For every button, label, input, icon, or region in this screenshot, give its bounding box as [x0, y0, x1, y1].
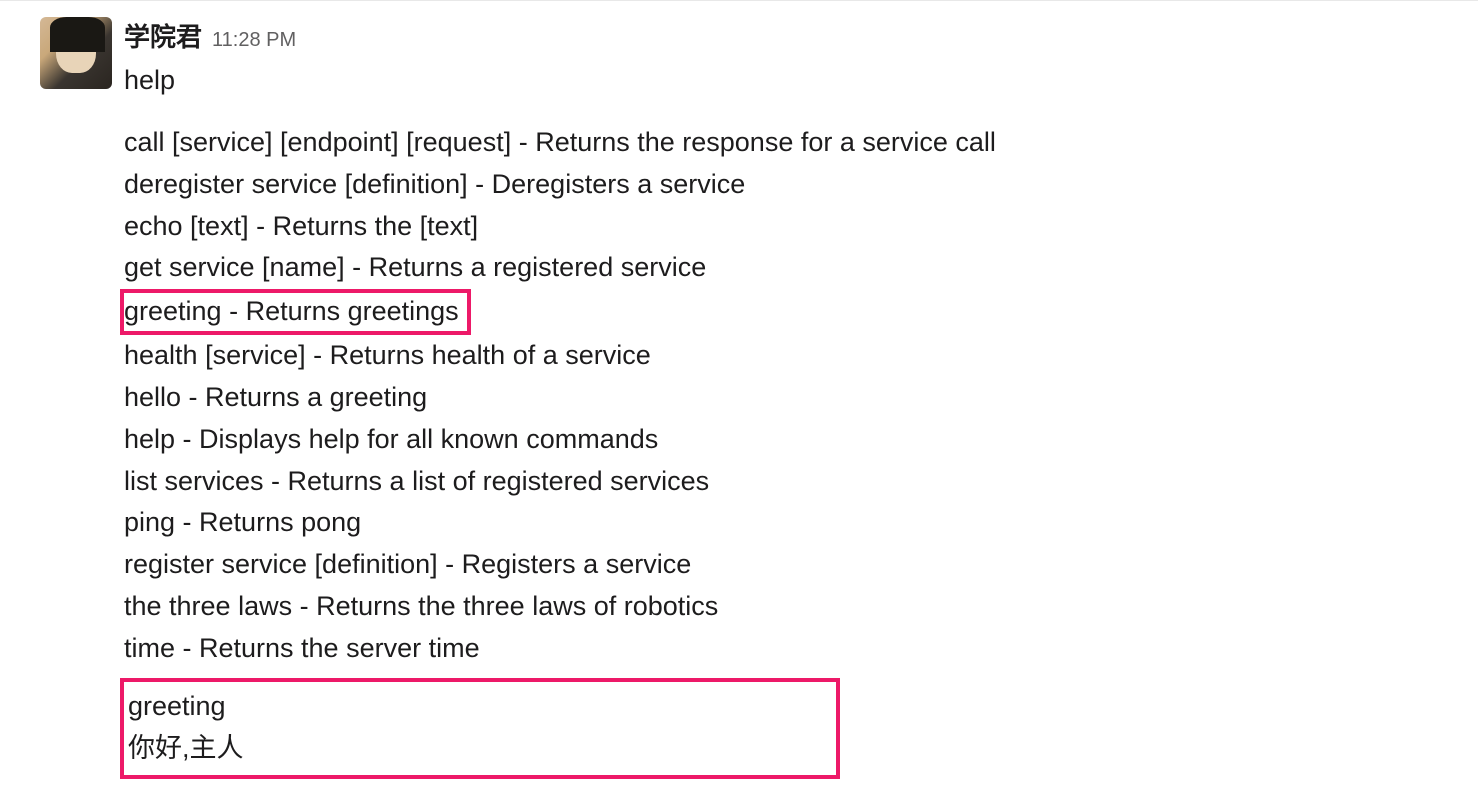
help-line: deregister service [definition] - Deregi… — [124, 164, 1438, 206]
highlighted-response-box: greeting 你好,主人 — [120, 678, 840, 780]
help-line: register service [definition] - Register… — [124, 544, 1438, 586]
message-body: help call [service] [endpoint] [request]… — [124, 60, 1438, 779]
command-input: help — [124, 60, 1438, 102]
message-container: 学院君 11:28 PM help call [service] [endpoi… — [0, 0, 1478, 779]
greeting-response: 你好,主人 — [128, 728, 828, 770]
message-header: 学院君 11:28 PM — [124, 17, 1438, 54]
chat-message: 学院君 11:28 PM help call [service] [endpoi… — [0, 17, 1478, 779]
help-line: greeting - Returns greetings — [124, 293, 459, 331]
help-line: health [service] - Returns health of a s… — [124, 335, 1438, 377]
help-line: list services - Returns a list of regist… — [124, 461, 1438, 503]
help-line: the three laws - Returns the three laws … — [124, 586, 1438, 628]
avatar[interactable] — [40, 17, 112, 89]
message-content: 学院君 11:28 PM help call [service] [endpoi… — [124, 17, 1438, 779]
help-line: ping - Returns pong — [124, 502, 1438, 544]
help-line: time - Returns the server time — [124, 628, 1438, 670]
help-line: echo [text] - Returns the [text] — [124, 206, 1438, 248]
help-line: help - Displays help for all known comma… — [124, 419, 1438, 461]
help-line: get service [name] - Returns a registere… — [124, 247, 1438, 289]
username[interactable]: 学院君 — [124, 17, 202, 54]
timestamp: 11:28 PM — [212, 29, 296, 52]
help-line: hello - Returns a greeting — [124, 377, 1438, 419]
greeting-command: greeting — [128, 686, 828, 728]
help-line: call [service] [endpoint] [request] - Re… — [124, 122, 1438, 164]
highlighted-help-line: greeting - Returns greetings — [120, 289, 471, 335]
